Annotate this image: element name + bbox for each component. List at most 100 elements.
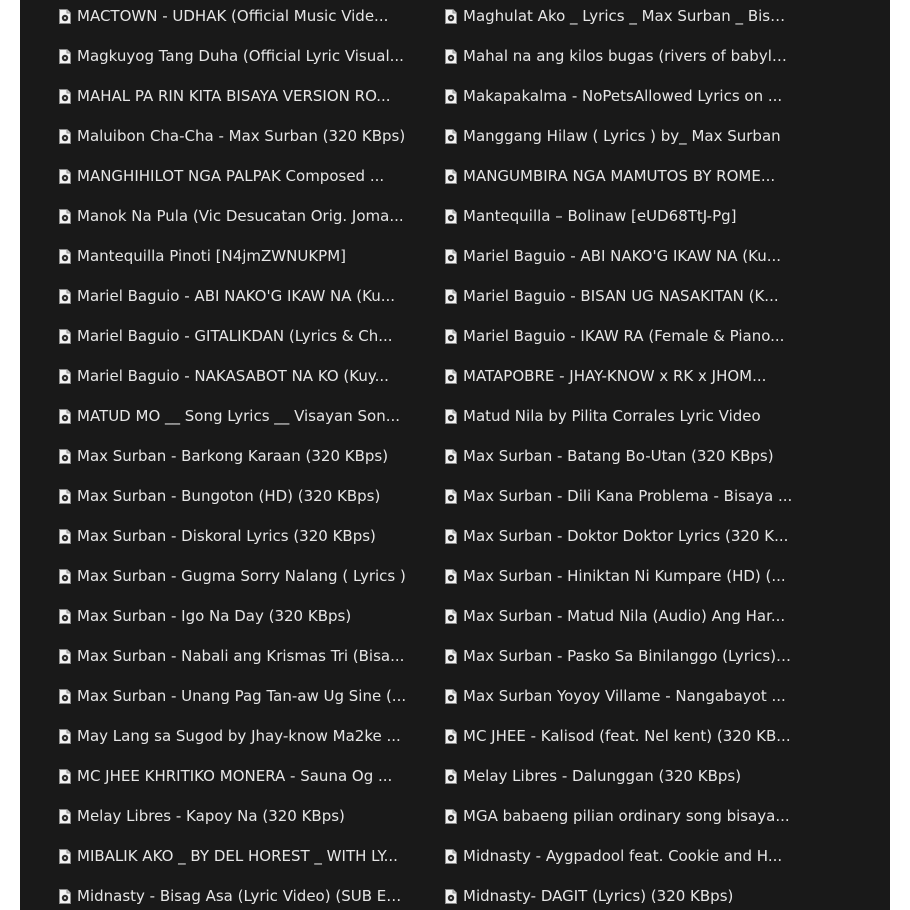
file-name: MC JHEE KHRITIKO MONERA - Sauna Og ... (77, 767, 393, 785)
file-item[interactable]: Mahal na ang kilos bugas (rivers of baby… (445, 36, 793, 76)
audio-file-icon (445, 168, 457, 184)
audio-file-icon (445, 448, 457, 464)
file-name: Mariel Baguio - BISAN UG NASAKITAN (K... (463, 287, 779, 305)
file-name: Magkuyog Tang Duha (Official Lyric Visua… (77, 47, 404, 65)
file-name: Max Surban - Barkong Karaan (320 KBps) (77, 447, 389, 465)
file-name: Max Surban - Igo Na Day (320 KBps) (77, 607, 352, 625)
file-item[interactable]: Mariel Baguio - IKAW RA (Female & Piano.… (445, 316, 784, 356)
file-item[interactable]: Max Surban - Hiniktan Ni Kumpare (HD) (.… (445, 556, 786, 596)
file-item[interactable]: Max Surban - Barkong Karaan (320 KBps) (59, 436, 388, 476)
file-item[interactable]: Max Surban - Nabali ang Krismas Tri (Bis… (59, 636, 404, 676)
file-item[interactable]: Mariel Baguio - ABI NAKO'G IKAW NA (Ku..… (445, 236, 781, 276)
file-item[interactable]: MATUD MO __ Song Lyrics __ Visayan Son..… (59, 396, 400, 436)
file-item[interactable]: Max Surban - Doktor Doktor Lyrics (320 K… (445, 516, 788, 556)
file-item[interactable]: Mariel Baguio - BISAN UG NASAKITAN (K... (445, 276, 779, 316)
file-name: Mantequilla – Bolinaw [eUD68TtJ-Pg] (463, 207, 737, 225)
file-name: Mahal na ang kilos bugas (rivers of baby… (463, 47, 793, 65)
file-item[interactable]: MAHAL PA RIN KITA BISAYA VERSION RO... (59, 76, 391, 116)
file-name: MANGHIHILOT NGA PALPAK Composed ... (77, 167, 385, 185)
file-name: Max Surban - Unang Pag Tan-aw Ug Sine (.… (77, 687, 407, 705)
file-name: MGA babaeng pilian ordinary song bisaya.… (463, 807, 790, 825)
audio-file-icon (59, 888, 71, 904)
file-item[interactable]: Max Surban Yoyoy Villame - Nangabayot ..… (445, 676, 786, 716)
audio-file-icon (445, 488, 457, 504)
file-item[interactable]: Matud Nila by Pilita Corrales Lyric Vide… (445, 396, 761, 436)
file-name: Max Surban - Doktor Doktor Lyrics (320 K… (463, 527, 789, 545)
audio-file-icon (59, 848, 71, 864)
file-name: Max Surban - Diskoral Lyrics (320 KBps) (77, 527, 376, 545)
audio-file-icon (445, 368, 457, 384)
audio-file-icon (445, 808, 457, 824)
file-item[interactable]: Magkuyog Tang Duha (Official Lyric Visua… (59, 36, 404, 76)
file-item[interactable]: Mariel Baguio - ABI NAKO'G IKAW NA (Ku..… (59, 276, 395, 316)
file-item[interactable]: Mariel Baguio - GITALIKDAN (Lyrics & Ch.… (59, 316, 393, 356)
file-item[interactable]: May Lang sa Sugod by Jhay-know Ma2ke ... (59, 716, 401, 756)
file-item[interactable]: Maghulat Ako _ Lyrics _ Max Surban _ Bis… (445, 0, 793, 36)
file-item[interactable]: Manok Na Pula (Vic Desucatan Orig. Joma.… (59, 196, 404, 236)
audio-file-icon (59, 568, 71, 584)
file-item[interactable]: MANGUMBIRA NGA MAMUTOS BY ROME... (445, 156, 775, 196)
file-name: Makapakalma - NoPetsAllowed Lyrics on ..… (463, 87, 783, 105)
file-item[interactable]: Midnasty - Bisag Asa (Lyric Video) (SUB … (59, 876, 407, 910)
audio-file-icon (445, 328, 457, 344)
file-item[interactable]: Max Surban - Batang Bo-Utan (320 KBps) (445, 436, 774, 476)
audio-file-icon (445, 288, 457, 304)
file-item[interactable]: MIBALIK AKO _ BY DEL HOREST _ WITH LY... (59, 836, 398, 876)
file-name: Mantequilla Pinoti [N4jmZWNUKPM] (77, 247, 347, 265)
file-name: MIBALIK AKO _ BY DEL HOREST _ WITH LY... (77, 847, 398, 865)
file-item[interactable]: MATAPOBRE - JHAY-KNOW x RK x JHOM... (445, 356, 766, 396)
file-item[interactable]: Midnasty- DAGIT (Lyrics) (320 KBps) (445, 876, 733, 910)
file-item[interactable]: MACTOWN - UDHAK (Official Music Vide... (59, 0, 388, 36)
file-item[interactable]: Midnasty - Aygpadool feat. Cookie and H.… (445, 836, 782, 876)
file-item[interactable]: Makapakalma - NoPetsAllowed Lyrics on ..… (445, 76, 782, 116)
file-item[interactable]: Maluibon Cha-Cha - Max Surban (320 KBps) (59, 116, 405, 156)
audio-file-icon (445, 888, 457, 904)
file-name: Mariel Baguio - GITALIKDAN (Lyrics & Ch.… (77, 327, 393, 345)
file-item[interactable]: MGA babaeng pilian ordinary song bisaya.… (445, 796, 790, 836)
audio-file-icon (445, 128, 457, 144)
file-item[interactable]: Mariel Baguio - NAKASABOT NA KO (Kuy... (59, 356, 389, 396)
audio-file-icon (445, 248, 457, 264)
audio-file-icon (59, 368, 71, 384)
file-item[interactable]: Melay Libres - Kapoy Na (320 KBps) (59, 796, 345, 836)
file-name: May Lang sa Sugod by Jhay-know Ma2ke ... (77, 727, 401, 745)
audio-file-icon (59, 288, 71, 304)
file-item[interactable]: Max Surban - Gugma Sorry Nalang ( Lyrics… (59, 556, 406, 596)
file-name: Midnasty- DAGIT (Lyrics) (320 KBps) (463, 887, 734, 905)
file-name: Max Surban - Matud Nila (Audio) Ang Har.… (463, 607, 786, 625)
file-item[interactable]: Max Surban - Unang Pag Tan-aw Ug Sine (.… (59, 676, 406, 716)
audio-file-icon (59, 328, 71, 344)
file-item[interactable]: Max Surban - Bungoton (HD) (320 KBps) (59, 476, 380, 516)
file-item[interactable]: Max Surban - Igo Na Day (320 KBps) (59, 596, 351, 636)
file-name: Mariel Baguio - ABI NAKO'G IKAW NA (Ku..… (77, 287, 396, 305)
audio-file-icon (59, 448, 71, 464)
file-name: Max Surban - Hiniktan Ni Kumpare (HD) (.… (463, 567, 786, 585)
file-name: MATAPOBRE - JHAY-KNOW x RK x JHOM... (463, 367, 767, 385)
file-item[interactable]: Mantequilla – Bolinaw [eUD68TtJ-Pg] (445, 196, 737, 236)
audio-file-icon (59, 8, 71, 24)
file-item[interactable]: MANGHIHILOT NGA PALPAK Composed ... (59, 156, 384, 196)
audio-file-icon (59, 688, 71, 704)
file-item[interactable]: Max Surban - Dili Kana Problema - Bisaya… (445, 476, 792, 516)
file-item[interactable]: Mantequilla Pinoti [N4jmZWNUKPM] (59, 236, 346, 276)
file-item[interactable]: MC JHEE KHRITIKO MONERA - Sauna Og ... (59, 756, 392, 796)
file-name: Melay Libres - Kapoy Na (320 KBps) (77, 807, 345, 825)
file-name: Max Surban - Dili Kana Problema - Bisaya… (463, 487, 793, 505)
file-name: MATUD MO __ Song Lyrics __ Visayan Son..… (77, 407, 401, 425)
file-item[interactable]: Max Surban - Diskoral Lyrics (320 KBps) (59, 516, 376, 556)
file-name: MAHAL PA RIN KITA BISAYA VERSION RO... (77, 87, 391, 105)
audio-file-icon (445, 608, 457, 624)
audio-file-icon (445, 688, 457, 704)
file-name: Max Surban - Gugma Sorry Nalang ( Lyrics… (77, 567, 406, 585)
file-item[interactable]: Max Surban - Pasko Sa Binilanggo (Lyrics… (445, 636, 793, 676)
audio-file-icon (59, 768, 71, 784)
file-item[interactable]: Manggang Hilaw ( Lyrics ) by_ Max Surban (445, 116, 781, 156)
file-item[interactable]: MC JHEE - Kalisod (feat. Nel kent) (320 … (445, 716, 791, 756)
file-item[interactable]: Max Surban - Matud Nila (Audio) Ang Har.… (445, 596, 785, 636)
audio-file-icon (59, 168, 71, 184)
file-name: Max Surban - Nabali ang Krismas Tri (Bis… (77, 647, 405, 665)
file-item[interactable]: Melay Libres - Dalunggan (320 KBps) (445, 756, 741, 796)
audio-file-icon (445, 208, 457, 224)
audio-file-icon (445, 728, 457, 744)
audio-file-icon (59, 528, 71, 544)
